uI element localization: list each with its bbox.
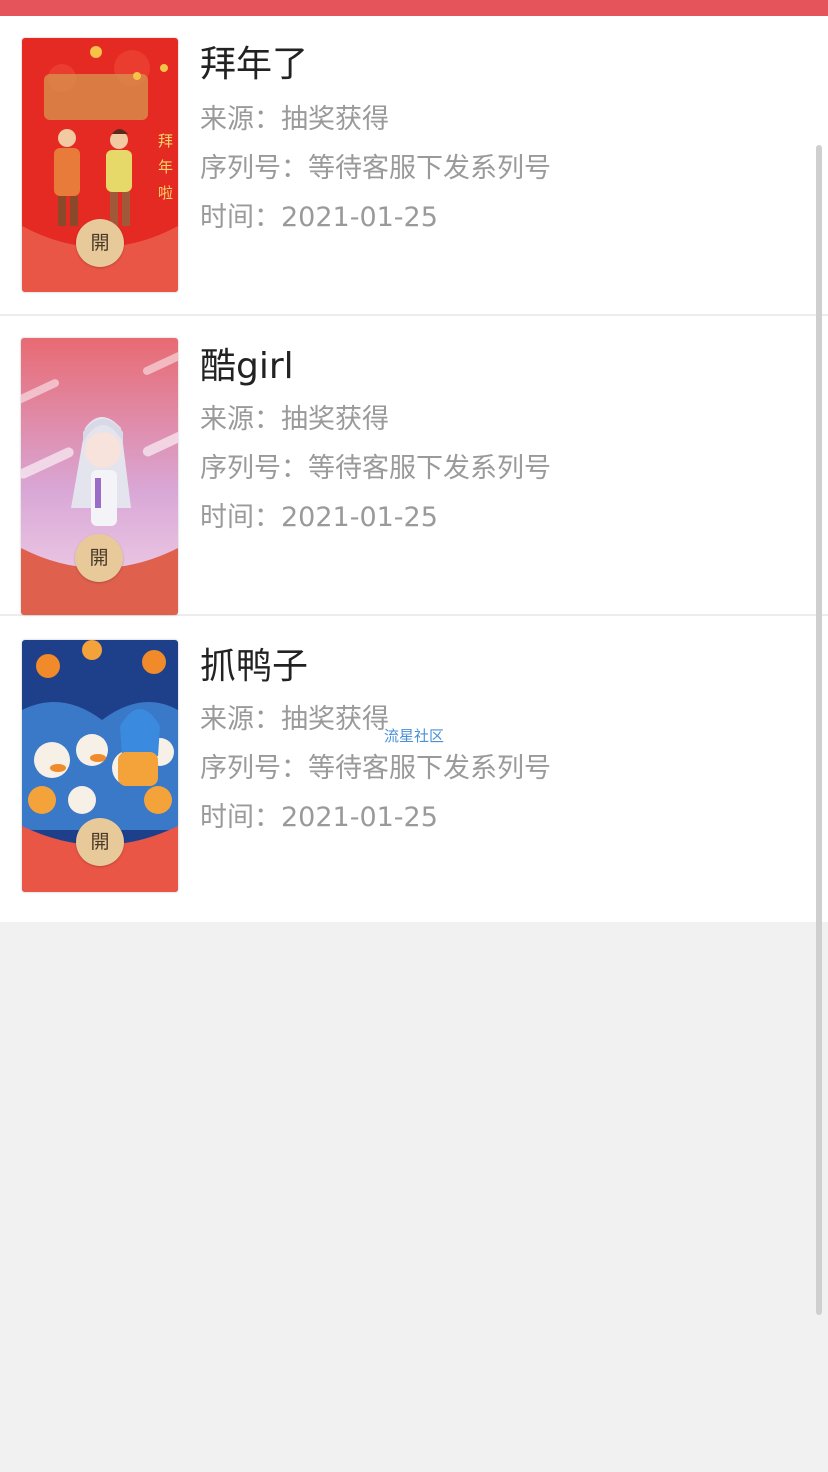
item-title: 抓鸭子: [200, 646, 309, 687]
item-time: 时间：2021-01-25: [200, 202, 438, 233]
item-source: 来源：抽奖获得: [200, 404, 389, 435]
list-item[interactable]: 開 酷girl 来源：抽奖获得 序列号：等待客服下发系列号 时间：2021-01…: [0, 316, 828, 616]
item-serial: 序列号：等待客服下发系列号: [200, 153, 551, 184]
watermark-text: 流星社区: [384, 727, 445, 745]
svg-text:拜: 拜: [158, 132, 173, 150]
item-source: 来源：抽奖获得: [200, 704, 389, 735]
cover-image[interactable]: 開: [22, 640, 178, 892]
open-badge[interactable]: 開: [76, 219, 124, 267]
list-item[interactable]: 拜 年 啦 開 拜年了 来源：抽奖获得 序列号：等待客服下发系列号 时间：202…: [0, 16, 828, 316]
item-serial: 序列号：等待客服下发系列号: [200, 753, 551, 784]
item-title: 拜年了: [200, 44, 309, 85]
item-time: 时间：2021-01-25: [200, 802, 438, 833]
item-time: 时间：2021-01-25: [200, 502, 438, 533]
svg-text:啦: 啦: [158, 184, 173, 202]
top-bar: [0, 0, 828, 16]
open-badge[interactable]: 開: [76, 818, 124, 866]
item-title: 酷girl: [200, 346, 294, 387]
item-source: 来源：抽奖获得: [200, 104, 389, 135]
red-packet-cover-list: 拜 年 啦 開 拜年了 来源：抽奖获得 序列号：等待客服下发系列号 时间：202…: [0, 16, 828, 922]
cover-image[interactable]: 開: [21, 338, 178, 615]
open-badge[interactable]: 開: [75, 534, 123, 582]
scrollbar[interactable]: [816, 145, 822, 1315]
cover-image[interactable]: 拜 年 啦 開: [22, 38, 178, 292]
svg-text:年: 年: [158, 158, 173, 176]
item-serial: 序列号：等待客服下发系列号: [200, 453, 551, 484]
list-item[interactable]: 開 抓鸭子 来源：抽奖获得 序列号：等待客服下发系列号 时间：2021-01-2…: [0, 616, 828, 922]
